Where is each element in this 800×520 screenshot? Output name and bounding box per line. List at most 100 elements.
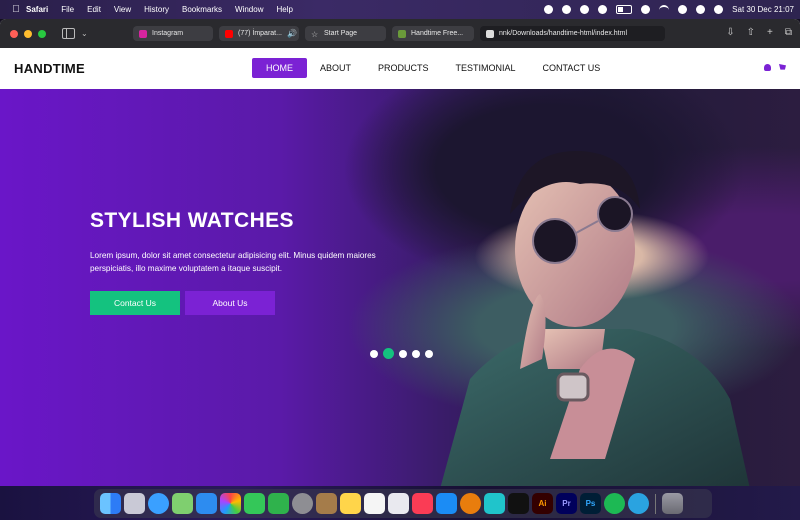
tab-overview-icon[interactable]: ⧉ — [785, 27, 792, 38]
music-icon[interactable] — [412, 493, 433, 514]
user-icon[interactable] — [764, 64, 771, 71]
nav-contact-us[interactable]: CONTACT US — [530, 58, 614, 78]
apple-menu-icon[interactable]:  — [6, 4, 26, 15]
nav-icons — [764, 64, 786, 71]
menu-history[interactable]: History — [144, 5, 169, 14]
illustrator-icon[interactable]: Ai — [532, 493, 553, 514]
new-tab-icon[interactable]: + — [767, 27, 773, 38]
illustrator-label: Ai — [538, 499, 547, 508]
browser-toolbar: ⌄ Instagram (77) İmparat... 🔊 ☆ Start Pa… — [0, 19, 800, 48]
menu-help[interactable]: Help — [276, 5, 292, 14]
nav-home[interactable]: HOME — [252, 58, 307, 78]
slider-dot-4[interactable] — [412, 349, 420, 358]
battery-icon[interactable] — [616, 5, 633, 14]
menubar-clock[interactable]: Sat 30 Dec 21:07 — [732, 5, 794, 14]
clock-status-icon[interactable] — [580, 5, 590, 14]
slider-dot-3[interactable] — [399, 349, 407, 358]
upload-status-icon[interactable] — [562, 5, 572, 14]
tab-local-file[interactable]: nnk/Downloads/handtime-html/index.html — [480, 26, 665, 41]
search-icon[interactable] — [678, 5, 688, 14]
slider-dot-5[interactable] — [425, 349, 433, 358]
tab-label: Handtime Free... — [411, 30, 464, 37]
toolbar-right: ⇩ ⇧ + ⧉ — [726, 27, 792, 38]
facetime-icon[interactable] — [268, 493, 289, 514]
dock: Ai Pr Ps — [94, 489, 712, 518]
photoshop-label: Ps — [585, 499, 596, 508]
capcut-icon[interactable] — [508, 493, 529, 514]
close-window-button[interactable] — [10, 29, 18, 38]
slider-dot-2[interactable] — [383, 348, 394, 359]
tab-instagram[interactable]: Instagram — [133, 26, 213, 41]
star-icon: ☆ — [311, 29, 319, 39]
zoom-window-button[interactable] — [38, 29, 46, 38]
cart-icon[interactable] — [779, 64, 786, 70]
menu-app-name[interactable]: Safari — [26, 5, 48, 14]
address-bar[interactable]: nnk/Downloads/handtime-html/index.html — [499, 30, 627, 37]
maps-icon[interactable] — [172, 493, 193, 514]
hero-slider: STYLISH WATCHES Lorem ipsum, dolor sit a… — [0, 89, 800, 486]
nav-about[interactable]: ABOUT — [307, 58, 364, 78]
contact-us-button[interactable]: Contact Us — [90, 291, 180, 315]
safari-window: ⌄ Instagram (77) İmparat... 🔊 ☆ Start Pa… — [0, 19, 800, 486]
slider-dot-1[interactable] — [370, 349, 378, 358]
trash-icon[interactable] — [662, 493, 683, 514]
tab-handtime[interactable]: Handtime Free... — [392, 26, 474, 41]
tab-label: Start Page — [324, 30, 358, 37]
downloads-icon[interactable]: ⇩ — [726, 27, 734, 38]
tab-youtube[interactable]: (77) İmparat... 🔊 — [219, 26, 299, 41]
bluetooth-icon[interactable] — [641, 5, 651, 14]
canva-icon[interactable] — [484, 493, 505, 514]
hero-title: STYLISH WATCHES — [90, 209, 294, 232]
menu-file[interactable]: File — [61, 5, 74, 14]
messages-icon[interactable] — [244, 493, 265, 514]
menu-window[interactable]: Window — [235, 5, 263, 14]
slider-indicators — [370, 348, 433, 359]
folder-icon[interactable] — [316, 493, 337, 514]
safari-icon[interactable] — [148, 493, 169, 514]
share-icon[interactable]: ⇧ — [747, 27, 755, 38]
spotify-icon[interactable] — [604, 493, 625, 514]
minimize-window-button[interactable] — [24, 29, 32, 38]
chevron-down-icon[interactable]: ⌄ — [81, 29, 88, 38]
about-us-button[interactable]: About Us — [185, 291, 275, 315]
nav-products[interactable]: PRODUCTS — [365, 58, 442, 78]
photos-icon[interactable] — [220, 493, 241, 514]
telegram-icon[interactable] — [628, 493, 649, 514]
keyboard-status-icon[interactable] — [598, 5, 608, 14]
telegram-status-icon[interactable] — [544, 5, 554, 14]
wifi-icon[interactable] — [659, 5, 670, 14]
system-settings-icon[interactable] — [292, 493, 313, 514]
photoshop-icon[interactable]: Ps — [580, 493, 601, 514]
instagram-favicon-icon — [139, 29, 147, 38]
close-tab-icon[interactable] — [486, 29, 494, 38]
hero-description: Lorem ipsum, dolor sit amet consectetur … — [90, 251, 376, 273]
speaker-icon[interactable]: 🔊 — [287, 29, 297, 38]
sidebar-toggle-icon[interactable] — [62, 28, 75, 39]
menu-view[interactable]: View — [114, 5, 131, 14]
macos-menubar:  Safari File Edit View History Bookmark… — [0, 0, 800, 19]
finder-icon[interactable] — [100, 493, 121, 514]
tab-start-page[interactable]: ☆ Start Page — [305, 26, 386, 41]
menu-edit[interactable]: Edit — [87, 5, 101, 14]
notes-icon[interactable] — [340, 493, 361, 514]
tab-label: (77) İmparat... — [238, 30, 282, 37]
menu-bookmarks[interactable]: Bookmarks — [182, 5, 222, 14]
site-logo[interactable]: HANDTIME — [14, 61, 85, 76]
site-header: HANDTIME HOME ABOUT PRODUCTS TESTIMONIAL… — [0, 48, 800, 90]
handtime-favicon-icon — [398, 29, 406, 38]
launchpad-icon[interactable] — [124, 493, 145, 514]
siri-icon[interactable] — [714, 5, 724, 14]
hero-model-image — [440, 150, 750, 486]
youtube-favicon-icon — [225, 29, 233, 38]
menubar-status-area: Sat 30 Dec 21:07 — [544, 0, 794, 19]
mail-icon[interactable] — [196, 493, 217, 514]
premiere-label: Pr — [562, 499, 571, 508]
premiere-pro-icon[interactable]: Pr — [556, 493, 577, 514]
freeform-icon[interactable] — [388, 493, 409, 514]
reminders-icon[interactable] — [364, 493, 385, 514]
app-store-icon[interactable] — [436, 493, 457, 514]
nav-testimonial[interactable]: TESTIMONIAL — [443, 58, 529, 78]
blender-icon[interactable] — [460, 493, 481, 514]
control-center-icon[interactable] — [696, 5, 706, 14]
site-nav: HOME ABOUT PRODUCTS TESTIMONIAL CONTACT … — [252, 58, 614, 78]
